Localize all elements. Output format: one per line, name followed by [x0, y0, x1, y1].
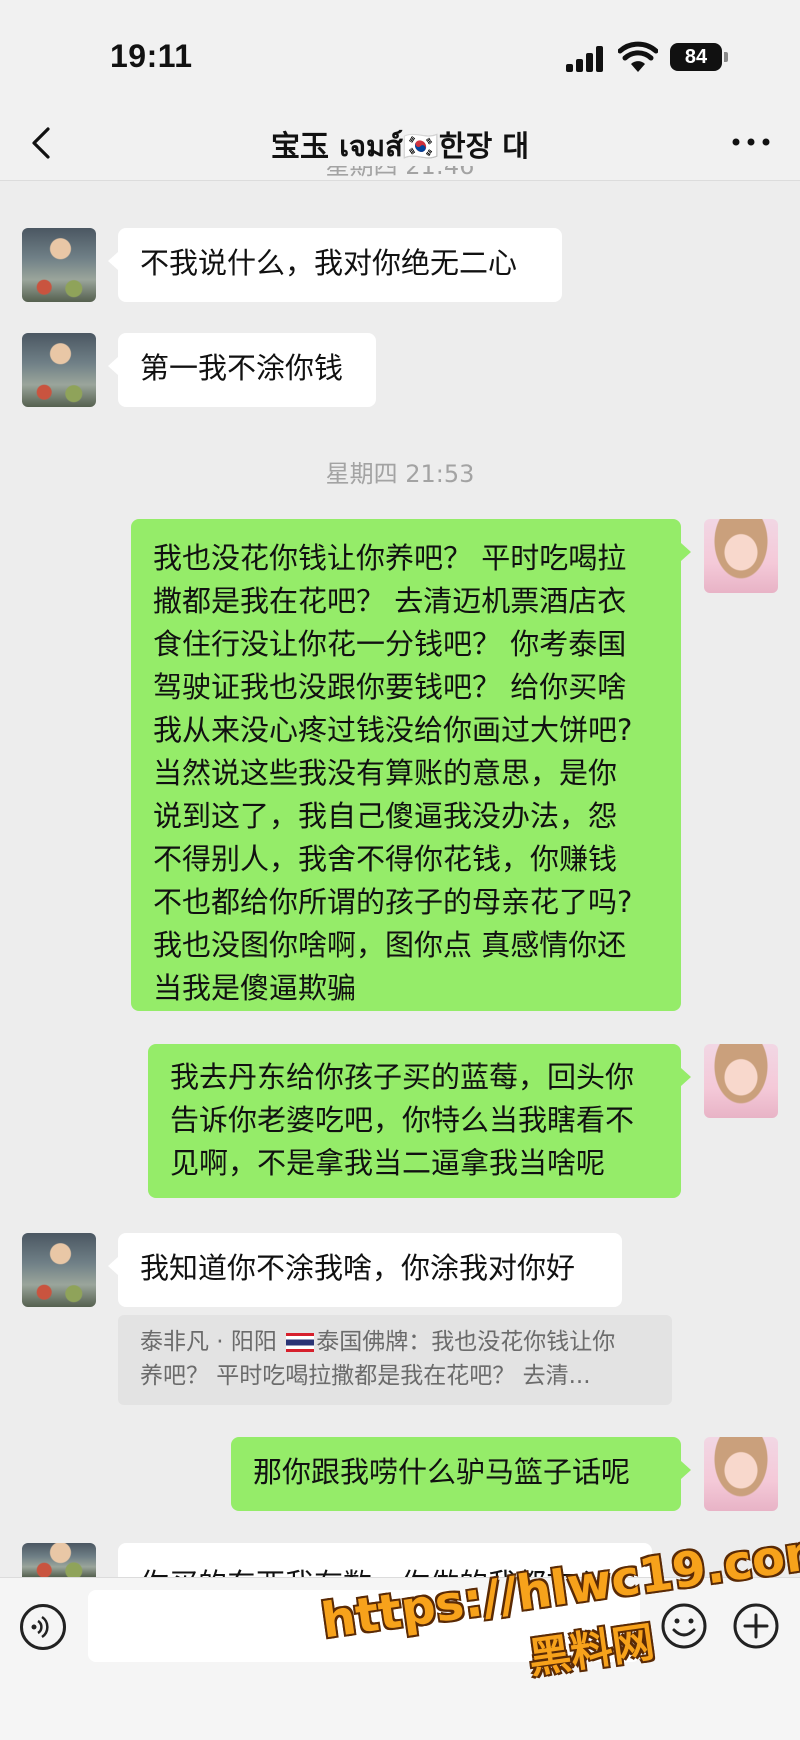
quote-line-2: 养吧？ 平时吃喝拉撒都是我在花吧？ 去清... — [140, 1363, 591, 1389]
avatar[interactable] — [22, 228, 96, 302]
avatar[interactable] — [704, 1044, 778, 1118]
avatar[interactable] — [22, 333, 96, 407]
message-bubble-sent[interactable]: 我也没花你钱让你养吧？ 平时吃喝拉 撒都是我在花吧？ 去清迈机票酒店衣 食住行没… — [131, 519, 691, 1011]
wifi-icon — [618, 41, 658, 72]
message-bubble-received[interactable]: 我知道你不涂我啥，你涂我对你好 — [108, 1233, 622, 1307]
chat-title: 宝玉 เจมส์🇰🇷한장 대 — [270, 129, 530, 163]
message-bubble-sent[interactable]: 那你跟我唠什么驴马篮子话呢 — [231, 1437, 691, 1511]
timestamp-text: 星期四 21:46 — [325, 166, 475, 180]
quote-line-1: 泰非凡 · 阳阳 泰国佛牌：我也没花你钱让你 — [140, 1325, 650, 1359]
signal-icon — [566, 46, 606, 72]
message-bubble-sent[interactable]: 我去丹东给你孩子买的蓝莓，回头你 告诉你老婆吃吧，你特么当我瞎看不 见啊，不是拿… — [148, 1044, 691, 1198]
quote-sender: 泰非凡 · 阳阳 — [140, 1329, 277, 1355]
avatar[interactable] — [704, 1437, 778, 1511]
avatar[interactable] — [704, 519, 778, 593]
avatar[interactable] — [22, 1543, 96, 1577]
battery-tip — [724, 52, 728, 62]
thailand-flag-icon — [286, 1333, 315, 1352]
timestamp: 星期四 21:53 — [325, 460, 475, 488]
timestamp: 星期四 21:46 — [0, 166, 800, 186]
avatar[interactable] — [22, 1233, 96, 1307]
quoted-message[interactable]: 泰非凡 · 阳阳 泰国佛牌：我也没花你钱让你 养吧？ 平时吃喝拉撒都是我在花吧？… — [118, 1315, 672, 1405]
voice-icon[interactable] — [20, 1604, 66, 1650]
message-bubble-received[interactable]: 第一我不涂你钱 — [108, 333, 376, 407]
quote-text: 泰国佛牌：我也没花你钱让你 — [316, 1329, 616, 1355]
clock: 19:11 — [110, 38, 193, 74]
battery-icon: 84 — [670, 43, 722, 71]
status-bar: 19:11 84 — [0, 0, 800, 105]
message-bubble-received[interactable]: 不我说什么，我对你绝无二心 — [108, 228, 562, 302]
more-dots-icon[interactable] — [726, 127, 776, 157]
